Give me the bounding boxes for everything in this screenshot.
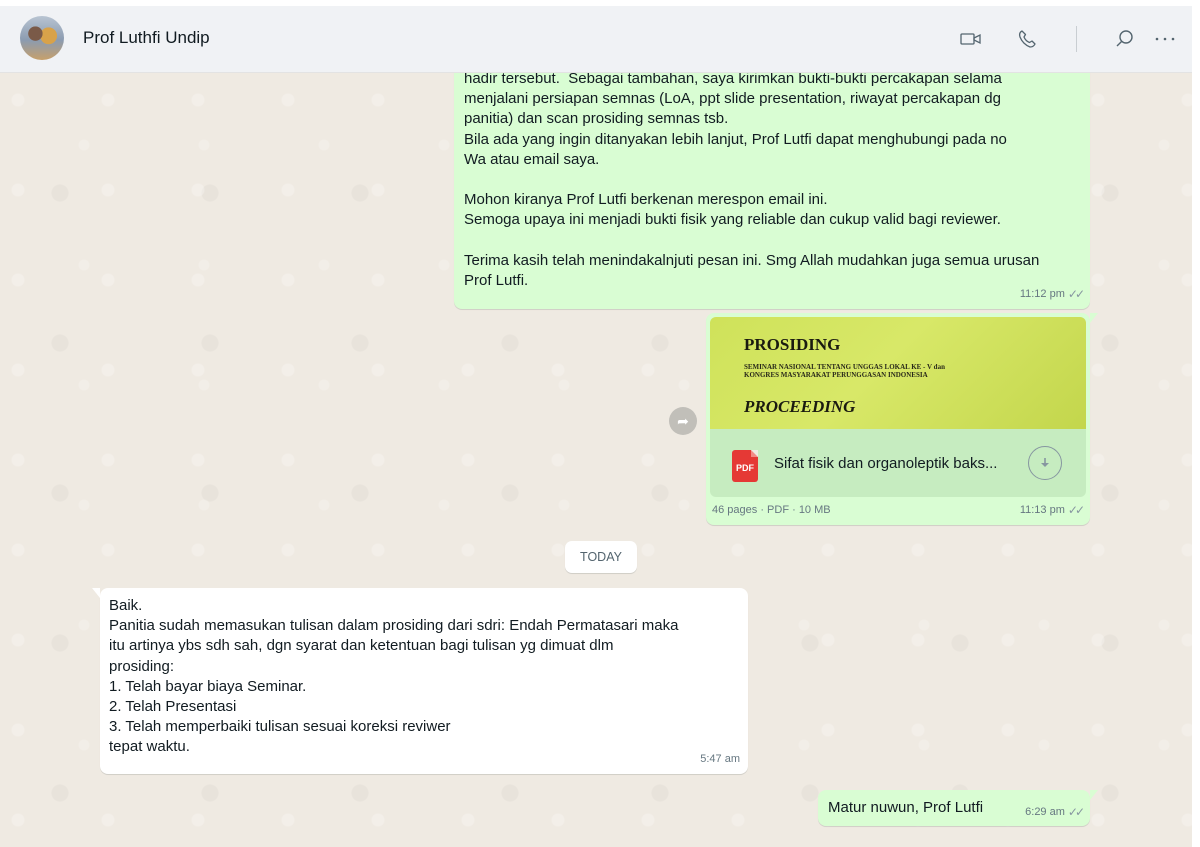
message-meta: 11:12 pm ✓✓ (1019, 284, 1085, 304)
document-info: 46 pages · PDF · 10 MB (712, 503, 831, 516)
forward-icon[interactable]: ➦ (669, 407, 697, 435)
preview-subtitle: SEMINAR NASIONAL TENTANG UNGGAS LOKAL KE… (744, 363, 945, 379)
message-time: 11:12 pm (1019, 287, 1065, 300)
outgoing-message[interactable]: hadir tersebut. Sebagai tambahan, saya k… (454, 73, 1090, 309)
message-meta: 6:29 am ✓✓ (1025, 802, 1085, 822)
voice-call-icon[interactable] (1014, 26, 1040, 52)
outgoing-message[interactable]: Matur nuwun, Prof Lutfi 6:29 am ✓✓ (818, 790, 1098, 826)
double-check-icon: ✓✓ (1067, 502, 1085, 517)
contact-avatar[interactable] (20, 16, 64, 60)
video-call-icon[interactable] (958, 26, 984, 52)
chat-pane[interactable]: hadir tersebut. Sebagai tambahan, saya k… (0, 73, 1192, 847)
more-options-icon[interactable] (1152, 26, 1178, 52)
outgoing-document-message[interactable]: PROSIDING SEMINAR NASIONAL TENTANG UNGGA… (706, 313, 1098, 525)
preview-title-secondary: PROCEEDING (744, 397, 856, 416)
message-meta: 11:13 pm ✓✓ (1019, 500, 1085, 520)
download-icon[interactable] (1028, 446, 1062, 480)
message-text: Baik. Panitia sudah memasukan tulisan da… (109, 597, 679, 756)
message-time: 5:47 am (700, 752, 740, 765)
whatsapp-window: Prof Luthfi Undip hadir tersebut. Sebaga… (0, 0, 1200, 847)
message-text: hadir tersebut. Sebagai tambahan, saya k… (464, 73, 1040, 290)
message-meta: 5:47 am (700, 749, 740, 769)
header-divider (1076, 26, 1077, 52)
message-time: 11:13 pm (1019, 503, 1065, 516)
incoming-message[interactable]: Baik. Panitia sudah memasukan tulisan da… (92, 588, 748, 774)
double-check-icon: ✓✓ (1067, 286, 1085, 301)
preview-title: PROSIDING (744, 335, 841, 354)
document-name: Sifat fisik dan organoleptik baks... (774, 455, 998, 472)
message-time: 6:29 am (1025, 805, 1065, 818)
search-icon[interactable] (1112, 26, 1138, 52)
chat-header: Prof Luthfi Undip (0, 6, 1192, 73)
pdf-file-icon: PDF (732, 450, 758, 482)
double-check-icon: ✓✓ (1067, 804, 1085, 819)
date-divider: TODAY (565, 541, 637, 573)
document-preview[interactable]: PROSIDING SEMINAR NASIONAL TENTANG UNGGA… (710, 317, 1086, 429)
document-bar[interactable]: PDF Sifat fisik dan organoleptik baks... (710, 429, 1086, 497)
contact-name[interactable]: Prof Luthfi Undip (83, 28, 210, 48)
